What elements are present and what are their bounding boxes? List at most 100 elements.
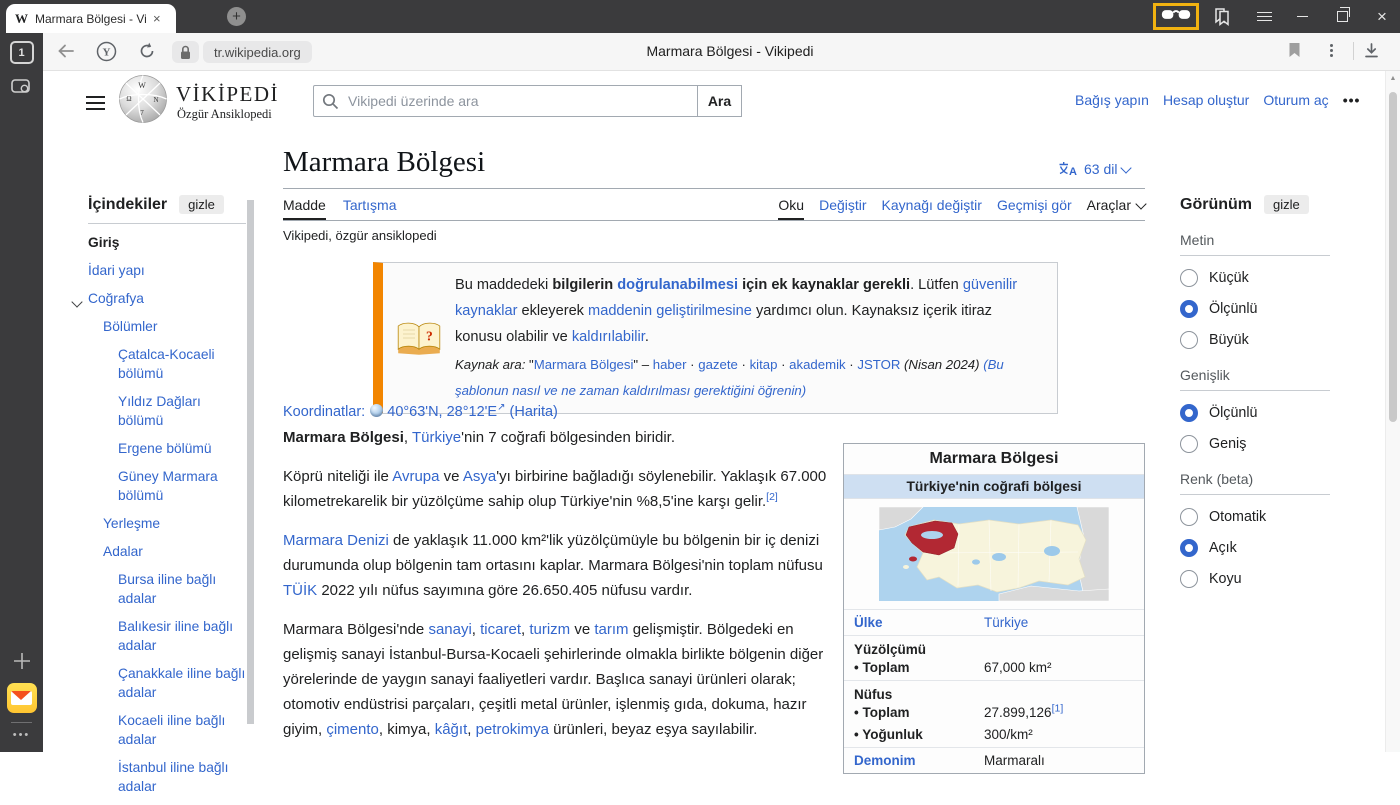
inline-link[interactable]: sanayi	[428, 621, 471, 638]
inline-link[interactable]: tarım	[594, 621, 628, 638]
inline-link[interactable]: 40°63'N, 28°12'E	[387, 404, 497, 420]
rail-more-icon[interactable]: •••	[0, 729, 43, 741]
wikipedia-logo[interactable]: W Ω N 7	[118, 74, 168, 129]
inline-link[interactable]: Türkiye	[412, 429, 461, 446]
reload-icon[interactable]	[137, 41, 157, 61]
page-scrollbar[interactable]: ▲	[1385, 70, 1400, 752]
article-tab[interactable]: Madde	[283, 197, 326, 220]
inline-link[interactable]: kaldırılabilir	[572, 329, 645, 345]
appearance-hide-button[interactable]: gizle	[1264, 195, 1309, 214]
article-tab[interactable]: Kaynağı değiştir	[882, 197, 982, 220]
radio-option[interactable]: Koyu	[1180, 570, 1330, 588]
search-button[interactable]: Ara	[697, 85, 742, 117]
sidebar-item[interactable]: Kocaeli iline bağlı adalar	[88, 711, 246, 749]
browser-logo-icon[interactable]: Y	[96, 41, 117, 62]
header-more-icon[interactable]: •••	[1343, 92, 1361, 108]
sidebar-item[interactable]: Yıldız Dağları bölümü	[88, 392, 246, 430]
radio-button[interactable]	[1180, 331, 1198, 349]
inline-link[interactable]: çimento	[326, 721, 379, 738]
radio-button[interactable]	[1180, 570, 1198, 588]
inline-link[interactable]: Koordinatlar:	[283, 404, 369, 420]
sidebar-item[interactable]: Balıkesir iline bağlı adalar	[88, 617, 246, 655]
inline-link[interactable]: ticaret	[480, 621, 521, 638]
mail-icon[interactable]	[0, 683, 43, 713]
browser-tab[interactable]: W Marmara Bölgesi - Vikipedi ×	[6, 4, 176, 33]
article-tab[interactable]: Geçmişi gör	[997, 197, 1072, 220]
inline-link[interactable]: (Harita)	[506, 404, 558, 420]
inline-link[interactable]: kitap	[750, 357, 778, 372]
inline-link[interactable]: Marmara Bölgesi	[534, 357, 634, 372]
rail-plus-icon[interactable]	[0, 650, 43, 672]
new-tab-button[interactable]: +	[227, 7, 246, 26]
radio-button[interactable]	[1180, 404, 1198, 422]
sidebar-item[interactable]: Giriş	[88, 233, 246, 252]
inline-link[interactable]: petrokimya	[476, 721, 549, 738]
login-link[interactable]: Oturum aç	[1263, 92, 1328, 108]
inline-link[interactable]: JSTOR	[857, 357, 900, 372]
radio-button[interactable]	[1180, 300, 1198, 318]
radio-option[interactable]: Ölçünlü	[1180, 300, 1330, 318]
sidebar-item[interactable]: İdari yapı	[88, 261, 246, 280]
browser-menu-icon[interactable]	[1250, 0, 1278, 33]
sidebar-item[interactable]: Bölümler	[88, 317, 246, 336]
close-window-icon[interactable]: ×	[1368, 0, 1396, 33]
inline-link[interactable]: gazete	[698, 357, 738, 372]
radio-button[interactable]	[1180, 539, 1198, 557]
article-tab[interactable]: Oku	[778, 197, 804, 220]
radio-option[interactable]: Otomatik	[1180, 508, 1330, 526]
lock-icon[interactable]	[172, 41, 199, 63]
back-icon[interactable]	[55, 40, 77, 62]
radio-option[interactable]: Ölçünlü	[1180, 404, 1330, 422]
inline-link[interactable]: doğrulanabilmesi	[617, 277, 738, 293]
search-input[interactable]	[346, 92, 689, 110]
infobox-label[interactable]: Demonim	[854, 753, 984, 768]
create-account-link[interactable]: Hesap oluştur	[1163, 92, 1249, 108]
screenshot-icon[interactable]	[0, 76, 43, 97]
radio-button[interactable]	[1180, 269, 1198, 287]
radio-option[interactable]: Büyük	[1180, 331, 1330, 349]
radio-option[interactable]: Küçük	[1180, 269, 1330, 287]
radio-button[interactable]	[1180, 435, 1198, 453]
map-image[interactable]	[844, 499, 1144, 609]
language-selector[interactable]: A 63 dil	[1058, 161, 1130, 177]
inline-link[interactable]: ↗	[497, 402, 505, 413]
inline-link[interactable]: maddenin geliştirilmesine	[588, 303, 752, 319]
library-icon[interactable]	[1208, 0, 1236, 33]
download-icon[interactable]	[1362, 41, 1381, 60]
sidebar-item[interactable]: Çanakkale iline bağlı adalar	[88, 664, 246, 702]
article-tab[interactable]: Tartışma	[343, 197, 397, 220]
tab-close-icon[interactable]: ×	[153, 11, 161, 26]
sidebar-item[interactable]: Güney Marmara bölümü	[88, 467, 246, 505]
restore-window-icon[interactable]	[1328, 0, 1356, 33]
sidebar-item[interactable]: Coğrafya	[88, 289, 246, 308]
chevron-down-icon[interactable]	[73, 292, 81, 311]
toc-hide-button[interactable]: gizle	[179, 195, 224, 214]
nav-more-icon[interactable]	[1330, 42, 1333, 59]
inline-link[interactable]: turizm	[529, 621, 570, 638]
minimize-icon[interactable]	[1288, 0, 1316, 33]
radio-option[interactable]: Açık	[1180, 539, 1330, 557]
article-tab[interactable]: Araçlar	[1087, 197, 1145, 220]
radio-option[interactable]: Geniş	[1180, 435, 1330, 453]
sidebar-item[interactable]: Adalar	[88, 542, 246, 561]
inline-link[interactable]: Avrupa	[392, 468, 439, 485]
bookmark-icon[interactable]	[1286, 41, 1303, 59]
sidebar-item[interactable]: Yerleşme	[88, 514, 246, 533]
inline-link[interactable]: akademik	[789, 357, 845, 372]
scrollbar-thumb[interactable]	[1389, 92, 1397, 422]
inline-link[interactable]: [1]	[1052, 703, 1064, 715]
inline-link[interactable]: [2]	[766, 491, 778, 503]
article-tab[interactable]: Değiştir	[819, 197, 866, 220]
sidebar-item[interactable]: Bursa iline bağlı adalar	[88, 570, 246, 608]
glasses-icon[interactable]	[1161, 8, 1191, 26]
inline-link[interactable]: TÜİK	[283, 582, 317, 599]
url-field[interactable]: tr.wikipedia.org	[203, 41, 312, 63]
inline-link[interactable]: Asya	[463, 468, 496, 485]
scrollbar-up-arrow[interactable]: ▲	[1386, 70, 1400, 82]
inline-link[interactable]: Marmara Denizi	[283, 532, 389, 549]
infobox-value[interactable]: Türkiye	[984, 615, 1136, 630]
workspace-1-badge[interactable]: 1	[0, 41, 43, 64]
search-box[interactable]	[313, 85, 698, 117]
wiki-menu-icon[interactable]	[86, 92, 105, 114]
sidebar-item[interactable]: Çatalca-Kocaeli bölümü	[88, 345, 246, 383]
